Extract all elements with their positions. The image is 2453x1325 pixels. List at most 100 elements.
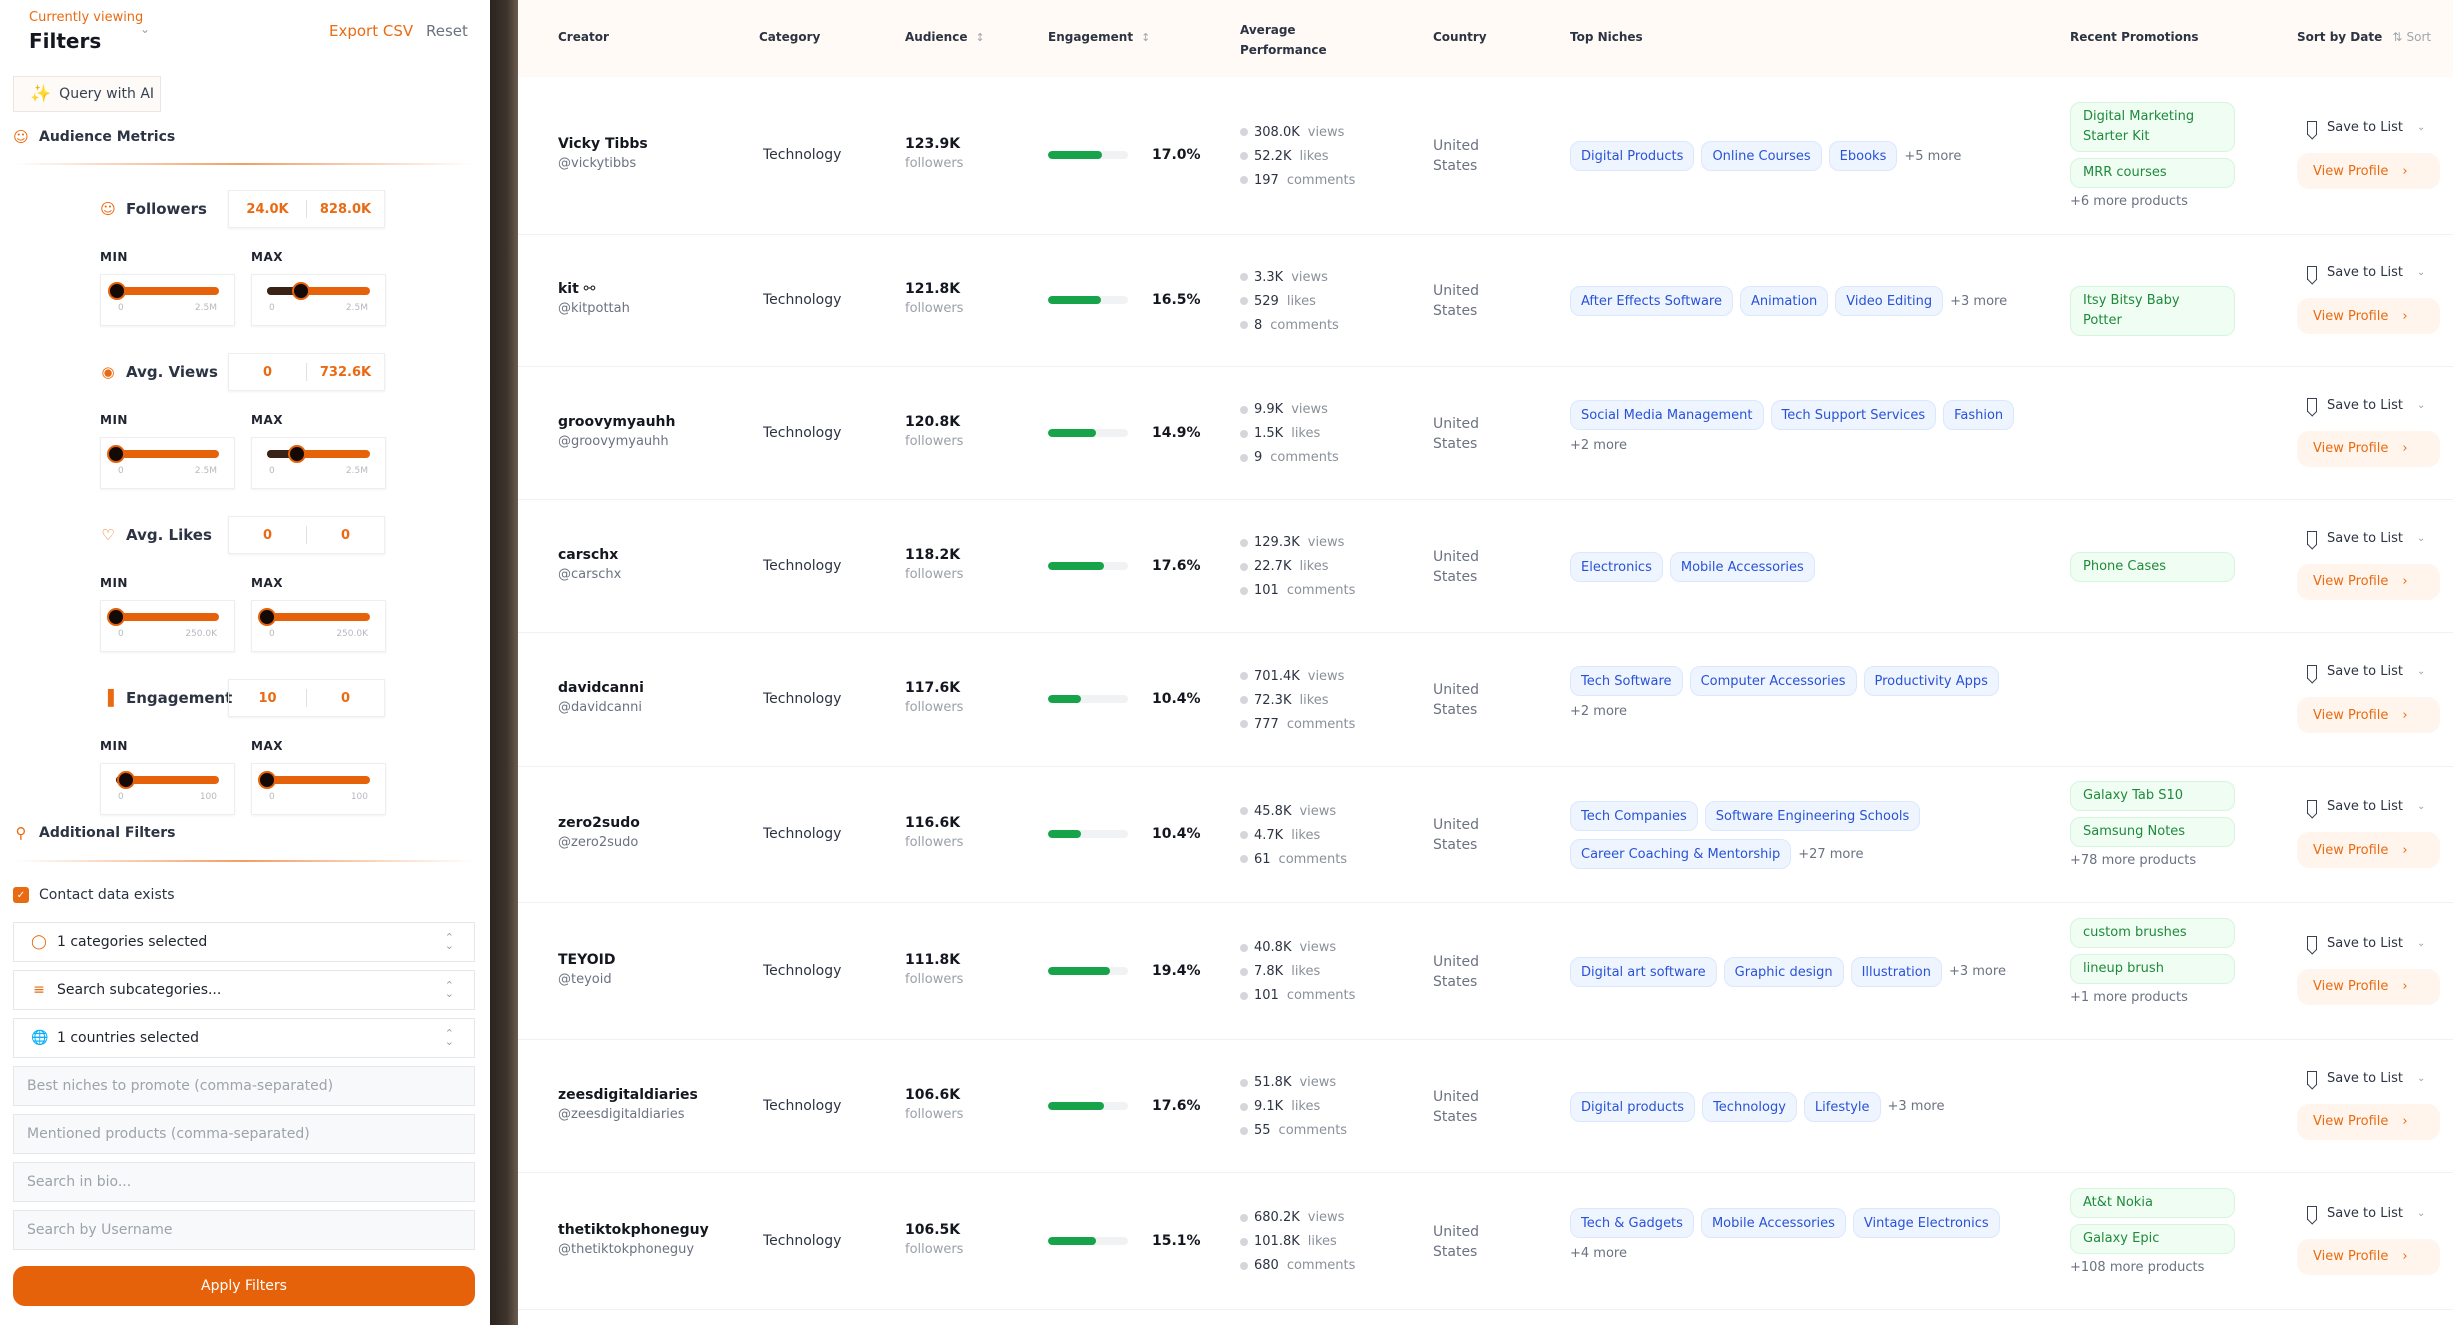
promotions-more-link[interactable]: +1 more products [2070,990,2235,1005]
slider-thumb[interactable] [107,445,125,463]
promotion-tag[interactable]: custom brushes [2070,917,2235,948]
slider-track[interactable] [107,608,219,626]
metric-max-value[interactable]: 0 [307,528,384,543]
niche-tag[interactable]: Social Media Management [1570,399,1764,430]
save-to-list-button[interactable]: Save to List ⌄ [2297,936,2442,951]
save-to-list-button[interactable]: Save to List ⌄ [2297,799,2442,814]
niches-more-link[interactable]: +2 more [1570,438,1627,453]
export-csv-button[interactable]: Export CSV [329,22,413,40]
creator-name[interactable]: Vicky Tibbs [558,136,648,152]
niche-tag[interactable]: Animation [1739,286,1829,316]
promotion-tag[interactable]: Digital Marketing Starter Kit [2070,102,2235,152]
promotion-tag[interactable]: At&t Nokia [2070,1187,2235,1218]
niche-tag[interactable]: Tech Support Services [1770,399,1937,430]
view-selector[interactable]: Currently viewing Filters [29,10,143,53]
chevron-down-icon[interactable]: ⌄ [2417,938,2425,949]
view-profile-button[interactable]: View Profile › [2297,832,2440,868]
search-bio-input[interactable] [13,1162,475,1202]
niches-more-link[interactable]: +3 more [1950,294,2007,309]
slider-thumb[interactable] [117,771,136,789]
niche-tag[interactable]: Productivity Apps [1863,666,1999,696]
niche-tag[interactable]: Digital Products [1570,141,1695,171]
promotion-tag[interactable]: Phone Cases [2070,551,2235,582]
niche-tag[interactable]: Fashion [1943,399,2015,430]
niche-tag[interactable]: Mobile Accessories [1669,551,1815,582]
slider-thumb[interactable] [287,445,306,463]
metric-max-value[interactable]: 828.0K [307,202,384,217]
creator-name[interactable]: TEYOID [558,952,615,968]
slider-track[interactable] [258,608,370,626]
promotions-more-link[interactable]: +6 more products [2070,194,2235,209]
categories-select[interactable]: ◯ 1 categories selected ⌃ ⌄ [13,922,475,962]
save-to-list-button[interactable]: Save to List ⌄ [2297,1071,2442,1086]
view-profile-button[interactable]: View Profile › [2297,153,2440,189]
contact-data-checkbox[interactable]: ✓ Contact data exists [13,887,175,903]
promotion-tag[interactable]: Itsy Bitsy Baby Potter [2070,286,2235,336]
table-row[interactable]: davidcanni @davidcanni Technology 117.6K… [518,633,2453,767]
checkbox-checked-icon[interactable]: ✓ [13,887,29,903]
promotion-tag[interactable]: MRR courses [2070,158,2235,188]
niche-tag[interactable]: Tech Software [1570,666,1683,696]
metric-min-value[interactable]: 0 [229,528,306,543]
view-profile-button[interactable]: View Profile › [2297,968,2440,1005]
metric-range-values[interactable]: 10 0 [228,679,385,717]
niche-tag[interactable]: Electronics [1570,551,1663,582]
slider-thumb[interactable] [258,608,276,626]
promotion-tag[interactable]: Galaxy Epic [2070,1223,2235,1254]
sort-by-date-control[interactable]: Sort by Date ⇅ Sort [2297,30,2431,44]
mentioned-products-input[interactable] [13,1114,475,1154]
creator-cell[interactable]: carschx @carschx [558,547,621,582]
view-profile-button[interactable]: View Profile › [2297,298,2440,334]
slider-thumb[interactable] [107,608,125,626]
niche-tag[interactable]: Video Editing [1835,286,1944,316]
creator-cell[interactable]: Vicky Tibbs @vickytibbs [558,136,648,171]
metric-max-value[interactable]: 0 [307,691,384,706]
sort-arrows-icon[interactable]: ⇅ [2392,30,2402,44]
creator-name[interactable]: kit ⚯ [558,281,630,297]
niches-more-link[interactable]: +3 more [1949,964,2006,979]
chevron-down-icon[interactable]: ⌄ [2417,801,2425,812]
column-header-audience[interactable]: Audience ↕ [905,30,985,44]
save-to-list-button[interactable]: Save to List ⌄ [2297,265,2442,280]
creator-name[interactable]: zeesdigitaldiaries [558,1087,698,1103]
save-to-list-button[interactable]: Save to List ⌄ [2297,664,2442,679]
creator-name[interactable]: davidcanni [558,680,644,696]
creator-cell[interactable]: kit ⚯ @kitpottah [558,281,630,316]
creator-cell[interactable]: thetiktokphoneguy @thetiktokphoneguy [558,1222,709,1257]
view-profile-button[interactable]: View Profile › [2297,430,2440,467]
sort-button[interactable]: Sort [2407,30,2432,44]
chevron-down-icon[interactable]: ⌄ [2417,666,2425,677]
view-profile-button[interactable]: View Profile › [2297,1103,2440,1140]
creator-name[interactable]: thetiktokphoneguy [558,1222,709,1238]
slider-track[interactable] [258,771,370,789]
niche-tag[interactable]: Mobile Accessories [1700,1207,1846,1238]
creator-cell[interactable]: davidcanni @davidcanni [558,680,644,715]
creator-cell[interactable]: groovymyauhh @groovymyauhh [558,414,675,449]
niche-tag[interactable]: Graphic design [1723,956,1844,987]
creator-name[interactable]: zero2sudo [558,815,640,831]
promotions-more-link[interactable]: +78 more products [2070,853,2235,868]
slider-track[interactable] [267,445,370,463]
chevron-down-icon[interactable]: ⌄ [2417,533,2425,544]
view-profile-button[interactable]: View Profile › [2297,563,2440,600]
niches-more-link[interactable]: +3 more [1888,1099,1945,1114]
creator-cell[interactable]: zero2sudo @zero2sudo [558,815,640,850]
metric-min-value[interactable]: 0 [229,365,306,380]
metric-min-value[interactable]: 10 [229,691,306,706]
column-header-engagement[interactable]: Engagement ↕ [1048,30,1150,44]
reset-button[interactable]: Reset [426,22,468,40]
chevron-down-icon[interactable]: ⌄ [2417,122,2425,133]
countries-select[interactable]: 🌐 1 countries selected ⌃ ⌄ [13,1018,475,1058]
creator-cell[interactable]: zeesdigitaldiaries @zeesdigitaldiaries [558,1087,698,1122]
niches-more-link[interactable]: +2 more [1570,704,1627,719]
query-with-ai-button[interactable]: ✨ Query with AI [13,76,161,112]
metric-min-value[interactable]: 24.0K [229,202,306,217]
niche-tag[interactable]: Digital art software [1570,956,1717,987]
table-row[interactable]: thetiktokphoneguy @thetiktokphoneguy Tec… [518,1173,2453,1310]
niche-tag[interactable]: Technology [1702,1091,1797,1122]
niche-tag[interactable]: Digital products [1570,1091,1696,1122]
slider-track[interactable] [116,771,219,789]
sort-icon[interactable]: ↕ [975,31,984,44]
chevron-down-icon[interactable]: ⌄ [2417,267,2425,278]
slider-thumb[interactable] [291,282,310,300]
